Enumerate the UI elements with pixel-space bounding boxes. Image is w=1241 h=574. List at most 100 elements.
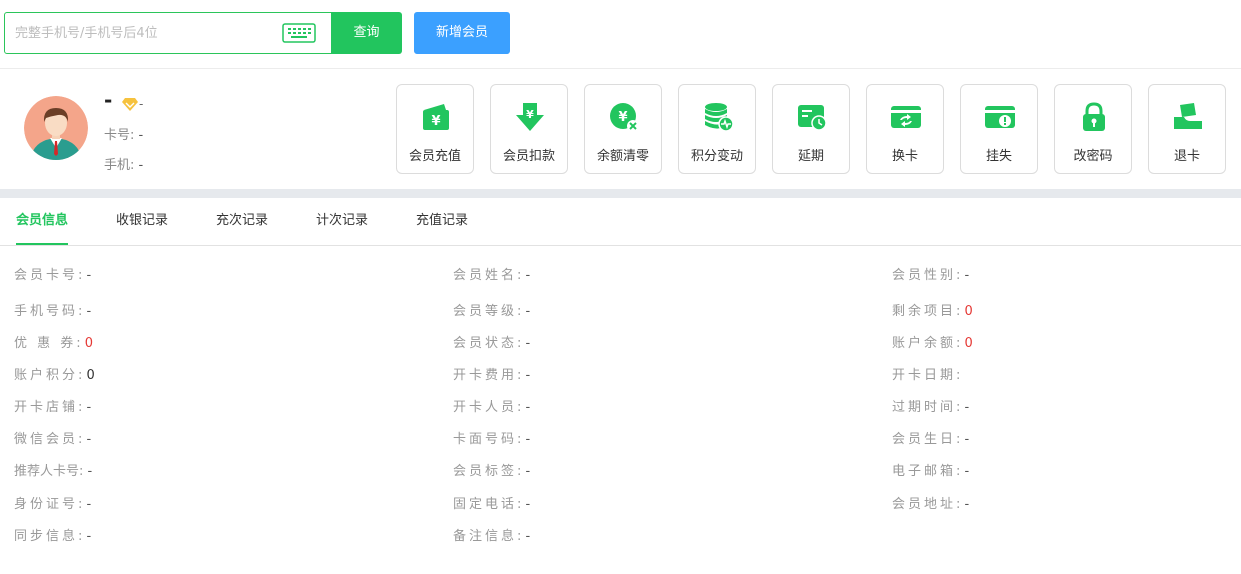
clear-balance-button[interactable]: ¥ 余额清零 bbox=[584, 84, 662, 174]
info-value: - bbox=[964, 400, 970, 415]
avatar bbox=[24, 96, 88, 160]
info-label: 推荐人卡号 bbox=[14, 464, 80, 479]
card-swap-icon bbox=[891, 106, 921, 128]
member-header: - - 卡号: - 手机: - ¥ 会员充值 ¥ 会员扣款 ¥ 余额清零 积分变… bbox=[0, 70, 1241, 188]
info-label: 会员地址 bbox=[892, 497, 957, 512]
search-box: 查询 bbox=[4, 12, 402, 54]
search-input[interactable] bbox=[15, 22, 275, 44]
member-phone: 手机: - bbox=[104, 154, 143, 173]
info-row: 推荐人卡号: - 会员标签: - 电子邮箱: - bbox=[0, 460, 1241, 480]
info-field-status: 会员状态: - bbox=[453, 336, 531, 351]
info-row: 同步信息: - 备注信息: - bbox=[0, 525, 1241, 545]
info-value: - bbox=[964, 432, 970, 447]
info-label: 会员卡号 bbox=[14, 268, 79, 283]
info-label: 手机号码 bbox=[14, 304, 79, 319]
info-field-coupons: 优 惠 券: 0 bbox=[14, 336, 94, 351]
recharge-button[interactable]: ¥ 会员充值 bbox=[396, 84, 474, 174]
card-number-label: 卡号: bbox=[104, 128, 135, 143]
info-field-opening-staff: 开卡人员: - bbox=[453, 400, 531, 415]
info-field-landline: 固定电话: - bbox=[453, 497, 531, 512]
info-label: 账户积分 bbox=[14, 368, 79, 383]
info-row: 账户积分: 0 开卡费用: - 开卡日期: bbox=[0, 364, 1241, 384]
info-label: 开卡日期 bbox=[892, 368, 957, 383]
info-value: 0 bbox=[86, 368, 95, 383]
info-label: 同步信息 bbox=[14, 529, 79, 544]
card-alert-icon bbox=[985, 106, 1015, 128]
action-label: 会员扣款 bbox=[502, 149, 555, 164]
info-label: 会员性别 bbox=[892, 268, 957, 283]
info-label: 会员标签 bbox=[453, 464, 518, 479]
info-label: 会员状态 bbox=[453, 336, 518, 351]
info-label: 备注信息 bbox=[453, 529, 518, 544]
info-label: 剩余项目 bbox=[892, 304, 957, 319]
info-value: - bbox=[964, 497, 970, 512]
svg-text:¥: ¥ bbox=[526, 108, 534, 121]
action-label: 挂失 bbox=[985, 149, 1012, 164]
tab-recharge-count-records[interactable]: 充次记录 bbox=[216, 198, 268, 245]
change-card-button[interactable]: 换卡 bbox=[866, 84, 944, 174]
points-coins-icon bbox=[705, 103, 734, 132]
svg-text:¥: ¥ bbox=[431, 114, 440, 129]
info-field-sync-info: 同步信息: - bbox=[14, 529, 92, 544]
info-value: - bbox=[86, 400, 92, 415]
deduct-button[interactable]: ¥ 会员扣款 bbox=[490, 84, 568, 174]
tab-cashier-records[interactable]: 收银记录 bbox=[116, 198, 168, 245]
record-tabs: 会员信息 收银记录 充次记录 计次记录 充值记录 bbox=[0, 198, 1241, 246]
add-member-button[interactable]: 新增会员 bbox=[414, 12, 510, 54]
info-field-tags: 会员标签: - bbox=[453, 464, 531, 479]
change-password-button[interactable]: 改密码 bbox=[1054, 84, 1132, 174]
report-loss-button[interactable]: 挂失 bbox=[960, 84, 1038, 174]
svg-text:¥: ¥ bbox=[618, 110, 627, 125]
info-value: - bbox=[525, 268, 531, 283]
info-field-name: 会员姓名: - bbox=[453, 268, 531, 283]
card-clock-icon bbox=[798, 105, 827, 131]
info-value: - bbox=[525, 432, 531, 447]
lock-icon bbox=[1083, 102, 1105, 131]
info-field-card-face-number: 卡面号码: - bbox=[453, 432, 531, 447]
info-label: 开卡店铺 bbox=[14, 400, 79, 415]
info-value: - bbox=[525, 304, 531, 319]
card-return-icon bbox=[1174, 103, 1202, 129]
top-search-bar: 查询 新增会员 bbox=[0, 0, 1241, 69]
phone-label: 手机: bbox=[104, 158, 135, 173]
info-field-referrer: 推荐人卡号: - bbox=[14, 464, 93, 479]
info-label: 电子邮箱 bbox=[892, 464, 957, 479]
info-value: 0 bbox=[964, 336, 973, 351]
card-number-value: - bbox=[138, 128, 144, 143]
keyboard-icon[interactable] bbox=[282, 23, 316, 43]
info-row: 微信会员: - 卡面号码: - 会员生日: - bbox=[0, 428, 1241, 448]
info-field-phone: 手机号码: - bbox=[14, 304, 92, 319]
tab-member-info[interactable]: 会员信息 bbox=[16, 198, 69, 245]
info-value: - bbox=[525, 400, 531, 415]
info-field-remarks: 备注信息: - bbox=[453, 529, 531, 544]
info-value: - bbox=[525, 368, 531, 383]
info-value: 0 bbox=[84, 336, 94, 351]
info-field-expiry: 过期时间: - bbox=[892, 400, 970, 415]
info-field-opening-date: 开卡日期: bbox=[892, 368, 961, 383]
info-value: 0 bbox=[964, 304, 973, 319]
extend-button[interactable]: 延期 bbox=[772, 84, 850, 174]
info-label: 微信会员 bbox=[14, 432, 79, 447]
points-change-button[interactable]: 积分变动 bbox=[678, 84, 756, 174]
info-row: 会员卡号: - 会员姓名: - 会员性别: - bbox=[0, 264, 1241, 284]
info-field-opening-fee: 开卡费用: - bbox=[453, 368, 531, 383]
action-label: 延期 bbox=[797, 149, 824, 164]
query-button[interactable]: 查询 bbox=[331, 12, 402, 54]
action-label: 退卡 bbox=[1173, 149, 1200, 164]
info-field-gender: 会员性别: - bbox=[892, 268, 970, 283]
wallet-yuan-icon: ¥ bbox=[423, 104, 449, 130]
return-card-button[interactable]: 退卡 bbox=[1148, 84, 1226, 174]
tab-recharge-records[interactable]: 充值记录 bbox=[416, 198, 468, 245]
action-label: 会员充值 bbox=[408, 149, 461, 164]
tab-count-records[interactable]: 计次记录 bbox=[316, 198, 368, 245]
yuan-down-arrow-icon: ¥ bbox=[516, 103, 544, 131]
info-label: 开卡人员 bbox=[453, 400, 518, 415]
info-label: 过期时间 bbox=[892, 400, 957, 415]
info-label: 卡面号码 bbox=[453, 432, 518, 447]
section-divider bbox=[0, 189, 1241, 198]
info-value: - bbox=[964, 268, 970, 283]
info-label: 优 惠 券 bbox=[14, 336, 77, 351]
info-row: 身份证号: - 固定电话: - 会员地址: - bbox=[0, 493, 1241, 513]
info-field-opening-store: 开卡店铺: - bbox=[14, 400, 92, 415]
member-card-number: 卡号: - bbox=[104, 124, 143, 143]
